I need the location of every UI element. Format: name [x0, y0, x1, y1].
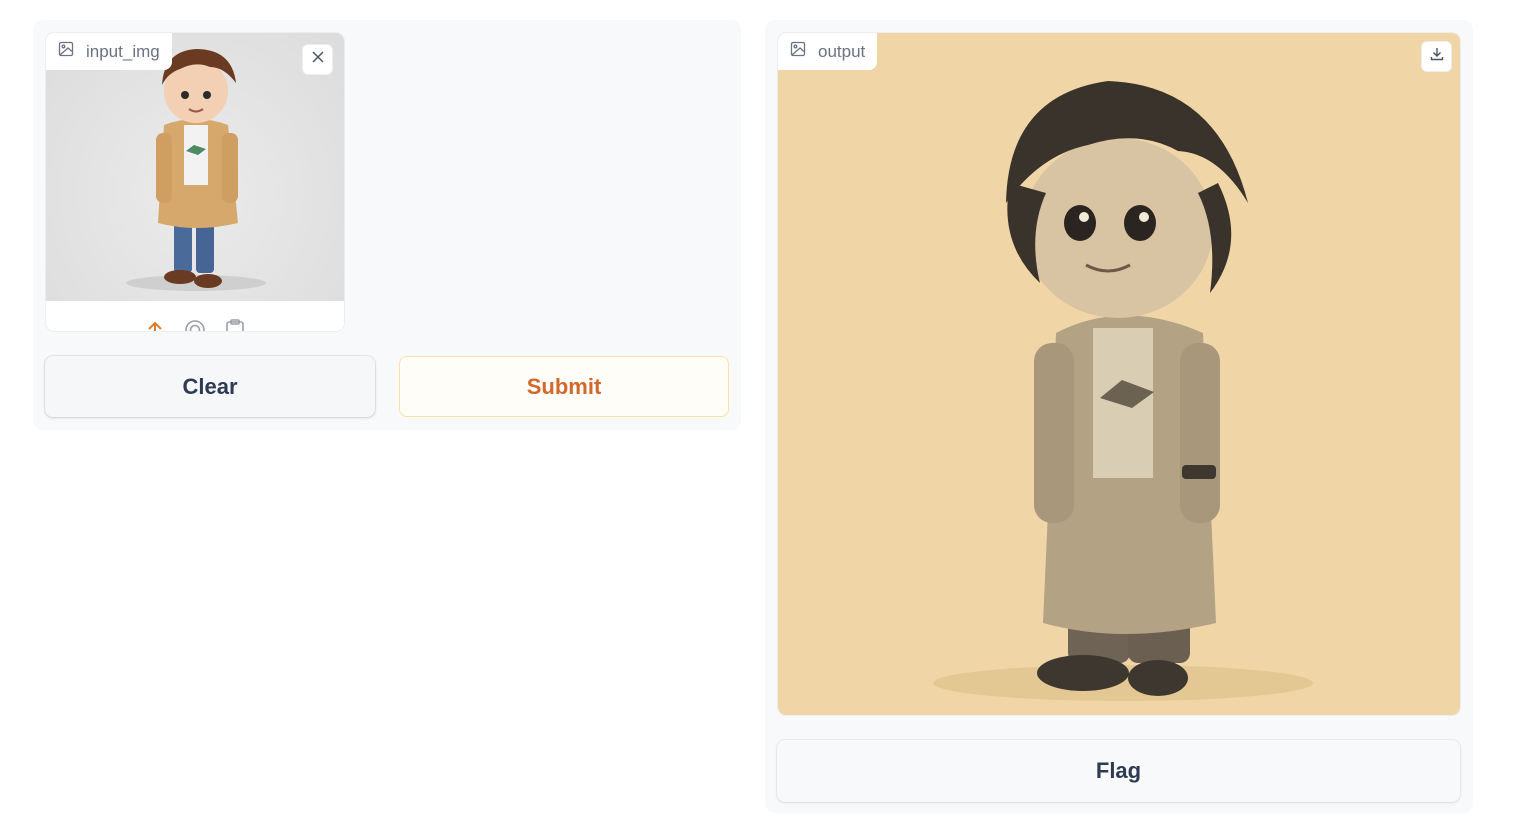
- webcam-icon[interactable]: [184, 319, 206, 331]
- input-image-component: input_img: [46, 33, 344, 331]
- input-image[interactable]: [46, 33, 344, 301]
- image-source-bar: [46, 301, 344, 331]
- clipboard-icon[interactable]: [224, 319, 246, 331]
- sepia-character-illustration: [933, 81, 1313, 701]
- close-icon: [311, 50, 325, 69]
- upload-icon[interactable]: [144, 319, 166, 331]
- input-label: input_img: [86, 41, 160, 61]
- remove-image-button[interactable]: [303, 45, 332, 74]
- output-image: [778, 33, 1460, 715]
- image-icon: [790, 41, 806, 62]
- flag-button[interactable]: Flag: [777, 740, 1460, 802]
- input-panel: input_img Clear Submit: [33, 20, 741, 430]
- input-label-chip: input_img: [46, 33, 172, 70]
- output-image-component: output: [778, 33, 1460, 715]
- character-illustration: [126, 49, 266, 291]
- output-label: output: [818, 41, 866, 61]
- output-panel: output Flag: [765, 20, 1473, 813]
- download-button[interactable]: [1422, 42, 1451, 71]
- clear-button[interactable]: Clear: [45, 356, 375, 417]
- output-label-chip: output: [778, 33, 878, 70]
- image-icon: [58, 41, 74, 62]
- submit-button[interactable]: Submit: [399, 356, 729, 417]
- download-icon: [1430, 47, 1444, 66]
